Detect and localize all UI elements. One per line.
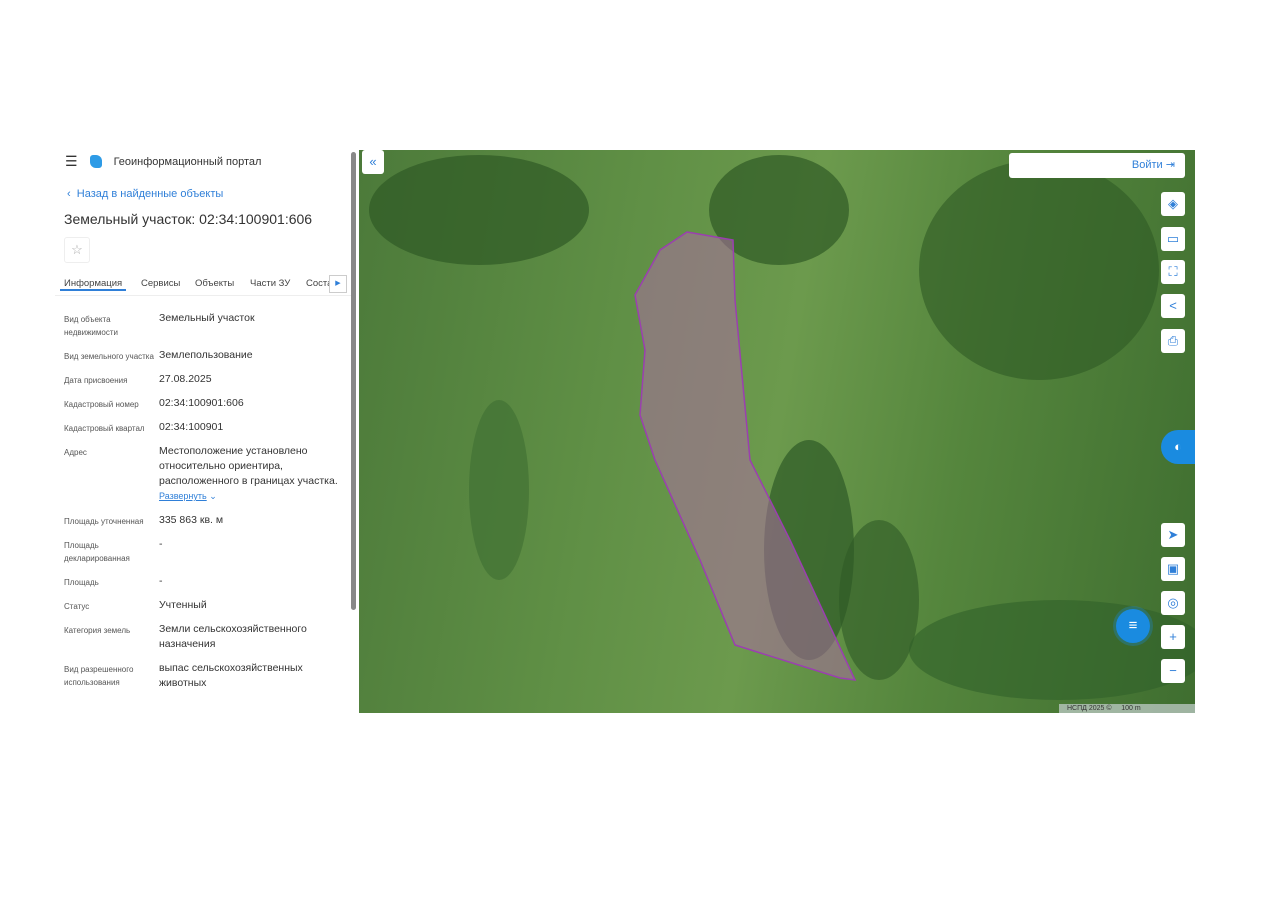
attribute-value: Местоположение установлено относительно … — [159, 445, 338, 487]
attribute-value: 335 863 кв. м — [159, 514, 224, 526]
geolocation-icon[interactable]: ➤ — [1161, 523, 1185, 547]
chat-icon[interactable]: ≡ — [1116, 609, 1150, 643]
ruler-icon[interactable]: ▭ — [1161, 227, 1185, 251]
attribute-label: Кадастровый номер — [64, 400, 139, 409]
attribute-row: Адрес Местоположение установлено относите… — [64, 444, 344, 504]
attribute-label: Категория земель — [64, 626, 131, 635]
login-icon: ⇥ — [1165, 159, 1175, 171]
page-title: Земельный участок: 02:34:100901:606 — [64, 211, 313, 227]
map-attribution: НСПД 2025 © 100 m — [1059, 704, 1195, 713]
chevron-left-icon: ‹ — [67, 188, 77, 200]
attribute-value: 02:34:100901:606 — [159, 397, 244, 409]
attribute-value: Земли сельскохозяйственного назначения — [159, 623, 307, 650]
favorite-star-icon[interactable]: ☆ — [64, 237, 90, 263]
attribute-label: Кадастровый квартал — [64, 424, 145, 433]
collapse-panel-button[interactable]: « — [362, 150, 384, 174]
tab-objects[interactable]: Объекты — [195, 278, 234, 289]
attribute-row: Площадь декларированная - — [64, 537, 344, 565]
scale-bar: 100 m — [1121, 705, 1141, 712]
select-area-icon[interactable]: ⛶ — [1161, 260, 1185, 284]
app-header: ☰ Геоинформационный портал — [65, 153, 261, 170]
zoom-in-button[interactable]: + — [1161, 625, 1185, 649]
attribute-label: Дата присвоения — [64, 376, 128, 385]
attribute-value: - — [159, 575, 163, 587]
app-title: Геоинформационный портал — [113, 155, 262, 168]
attribute-row: Категория земель Земли сельскохозяйственн… — [64, 622, 344, 652]
back-link-label: Назад в найденные объекты — [76, 188, 224, 200]
menu-icon[interactable]: ☰ — [65, 153, 78, 170]
share-icon[interactable]: < — [1161, 294, 1185, 318]
print-icon[interactable]: ⎙ — [1161, 329, 1185, 353]
attribute-row: Вид объекта недвижимости Земельный участо… — [64, 311, 344, 339]
attribute-value: 02:34:100901 — [159, 421, 224, 433]
attribute-value: Учтенный — [159, 599, 207, 611]
chevron-down-icon: ⌄ — [206, 491, 217, 501]
attribute-value: Земельный участок — [159, 312, 255, 324]
tab-info[interactable]: Информация — [60, 278, 127, 291]
attribute-row: Вид земельного участка Землепользование — [64, 348, 344, 363]
attribute-row: Дата присвоения 27.08.2025 — [64, 372, 344, 387]
minimap-icon[interactable]: ▣ — [1161, 557, 1185, 581]
tabs-next-button[interactable]: ▶ — [329, 275, 347, 293]
attribute-row: Площадь - — [64, 574, 344, 589]
attribute-label: Площадь декларированная — [64, 541, 130, 563]
login-button[interactable]: Войти ⇥ — [1009, 153, 1185, 178]
login-label: Войти — [1131, 159, 1163, 171]
map-imagery — [369, 155, 1195, 700]
portal-logo-icon — [89, 155, 102, 168]
attribute-label: Вид разрешенного использования — [64, 665, 134, 687]
layers-icon[interactable]: ◈ — [1161, 192, 1185, 216]
attributes-list: Вид объекта недвижимости Земельный участо… — [64, 311, 344, 700]
attribute-row: Кадастровый номер 02:34:100901:606 — [64, 396, 344, 411]
tab-parts[interactable]: Части ЗУ — [250, 278, 290, 289]
attribute-label: Вид объекта недвижимости — [64, 315, 118, 337]
attribute-label: Площадь — [64, 578, 99, 587]
attribute-label: Площадь уточненная — [64, 517, 144, 526]
attribute-row: Статус Учтенный — [64, 598, 344, 613]
attribute-row: Вид разрешенного использования выпас сель… — [64, 661, 344, 691]
assistant-icon[interactable]: ◐ — [1161, 430, 1195, 464]
attribute-value: Землепользование — [159, 349, 253, 361]
attribution-text: НСПД 2025 © — [1067, 705, 1112, 712]
attribute-row: Кадастровый квартал 02:34:100901 — [64, 420, 344, 435]
location-pin-icon[interactable]: ◎ — [1161, 591, 1185, 615]
attribute-label: Вид земельного участка — [64, 352, 154, 361]
expand-link[interactable]: Развернуть — [159, 491, 207, 501]
info-panel: ☰ Геоинформационный портал ‹ Назад в най… — [55, 145, 358, 713]
tab-bar: Информация Сервисы Объекты Части ЗУ Сост… — [55, 271, 351, 296]
attribute-value: - — [159, 538, 163, 550]
attribute-value: выпас сельскохозяйственных животных — [159, 662, 303, 689]
attribute-label: Статус — [64, 602, 90, 611]
tab-services[interactable]: Сервисы — [141, 278, 180, 289]
attribute-value: 27.08.2025 — [159, 373, 212, 385]
panel-scrollbar[interactable] — [351, 152, 356, 610]
attribute-row: Площадь уточненная 335 863 кв. м — [64, 513, 344, 528]
satellite-map[interactable]: « Войти ⇥ ◈ ▭ ⛶ < ⎙ ◐ ➤ ▣ ◎ + − ≡ НСПД 2… — [359, 150, 1195, 713]
back-link[interactable]: ‹ Назад в найденные объекты — [67, 188, 223, 200]
zoom-out-button[interactable]: − — [1161, 659, 1185, 683]
attribute-label: Адрес — [64, 448, 87, 457]
